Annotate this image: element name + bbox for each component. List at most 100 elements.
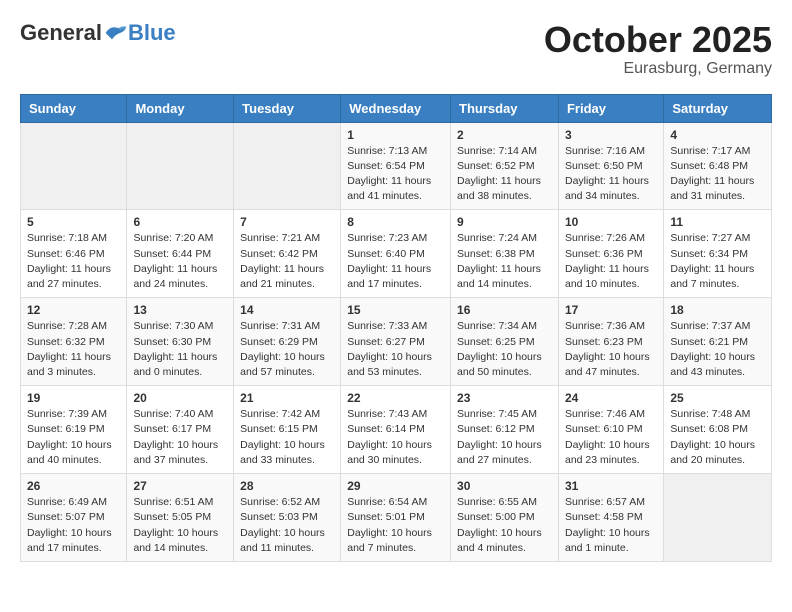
day-info: Sunrise: 7:27 AM Sunset: 6:34 PM Dayligh… — [670, 231, 765, 292]
day-info: Sunrise: 7:23 AM Sunset: 6:40 PM Dayligh… — [347, 231, 444, 292]
calendar-cell: 28 Sunrise: 6:52 AM Sunset: 5:03 PM Dayli… — [234, 474, 341, 562]
calendar-cell — [21, 122, 127, 210]
day-number: 31 — [565, 479, 657, 493]
calendar-week-row: 12 Sunrise: 7:28 AM Sunset: 6:32 PM Dayli… — [21, 298, 772, 386]
day-number: 9 — [457, 215, 552, 229]
calendar-cell: 27Sunrise: 6:51 AM Sunset: 5:05 PM Dayli… — [127, 474, 234, 562]
calendar-cell: 16Sunrise: 7:34 AM Sunset: 6:25 PM Dayli… — [451, 298, 559, 386]
calendar-cell: 20Sunrise: 7:40 AM Sunset: 6:17 PM Dayli… — [127, 386, 234, 474]
day-info: Sunrise: 7:43 AM Sunset: 6:14 PM Dayligh… — [347, 407, 444, 468]
calendar-cell: 4 Sunrise: 7:17 AM Sunset: 6:48 PM Daylig… — [664, 122, 772, 210]
calendar-cell: 3Sunrise: 7:16 AM Sunset: 6:50 PM Daylig… — [558, 122, 663, 210]
calendar-cell: 23 Sunrise: 7:45 AM Sunset: 6:12 PM Dayli… — [451, 386, 559, 474]
day-number: 2 — [457, 128, 552, 142]
day-info: Sunrise: 7:48 AM Sunset: 6:08 PM Dayligh… — [670, 407, 765, 468]
day-info: Sunrise: 6:49 AM Sunset: 5:07 PM Dayligh… — [27, 495, 120, 556]
day-info: Sunrise: 7:28 AM Sunset: 6:32 PM Dayligh… — [27, 319, 120, 380]
weekday-header-tuesday: Tuesday — [234, 94, 341, 122]
day-number: 18 — [670, 303, 765, 317]
day-number: 28 — [240, 479, 334, 493]
calendar-week-row: 1 Sunrise: 7:13 AM Sunset: 6:54 PM Daylig… — [21, 122, 772, 210]
weekday-header-friday: Friday — [558, 94, 663, 122]
day-info: Sunrise: 7:40 AM Sunset: 6:17 PM Dayligh… — [133, 407, 227, 468]
day-number: 8 — [347, 215, 444, 229]
day-info: Sunrise: 7:18 AM Sunset: 6:46 PM Dayligh… — [27, 231, 120, 292]
page-header: General Blue October 2025 Eurasburg, Ger… — [20, 20, 772, 78]
calendar-cell: 2 Sunrise: 7:14 AM Sunset: 6:52 PM Daylig… — [451, 122, 559, 210]
day-number: 6 — [133, 215, 227, 229]
day-info: Sunrise: 7:16 AM Sunset: 6:50 PM Dayligh… — [565, 144, 657, 205]
calendar-cell: 9 Sunrise: 7:24 AM Sunset: 6:38 PM Daylig… — [451, 210, 559, 298]
day-number: 29 — [347, 479, 444, 493]
logo-blue-text: Blue — [128, 20, 176, 46]
day-info: Sunrise: 6:54 AM Sunset: 5:01 PM Dayligh… — [347, 495, 444, 556]
day-number: 12 — [27, 303, 120, 317]
day-number: 17 — [565, 303, 657, 317]
calendar-week-row: 19 Sunrise: 7:39 AM Sunset: 6:19 PM Dayli… — [21, 386, 772, 474]
logo-general-text: General — [20, 20, 102, 46]
weekday-header-saturday: Saturday — [664, 94, 772, 122]
weekday-header-thursday: Thursday — [451, 94, 559, 122]
calendar-cell: 10Sunrise: 7:26 AM Sunset: 6:36 PM Dayli… — [558, 210, 663, 298]
day-info: Sunrise: 6:55 AM Sunset: 5:00 PM Dayligh… — [457, 495, 552, 556]
day-info: Sunrise: 7:34 AM Sunset: 6:25 PM Dayligh… — [457, 319, 552, 380]
calendar-cell: 5 Sunrise: 7:18 AM Sunset: 6:46 PM Daylig… — [21, 210, 127, 298]
day-number: 4 — [670, 128, 765, 142]
day-number: 30 — [457, 479, 552, 493]
day-info: Sunrise: 7:30 AM Sunset: 6:30 PM Dayligh… — [133, 319, 227, 380]
day-info: Sunrise: 7:31 AM Sunset: 6:29 PM Dayligh… — [240, 319, 334, 380]
calendar-cell: 19 Sunrise: 7:39 AM Sunset: 6:19 PM Dayli… — [21, 386, 127, 474]
calendar-cell: 6 Sunrise: 7:20 AM Sunset: 6:44 PM Daylig… — [127, 210, 234, 298]
weekday-header-sunday: Sunday — [21, 94, 127, 122]
calendar-cell: 31Sunrise: 6:57 AM Sunset: 4:58 PM Dayli… — [558, 474, 663, 562]
day-info: Sunrise: 7:42 AM Sunset: 6:15 PM Dayligh… — [240, 407, 334, 468]
day-info: Sunrise: 7:20 AM Sunset: 6:44 PM Dayligh… — [133, 231, 227, 292]
day-number: 25 — [670, 391, 765, 405]
calendar-table: SundayMondayTuesdayWednesdayThursdayFrid… — [20, 94, 772, 562]
day-info: Sunrise: 7:26 AM Sunset: 6:36 PM Dayligh… — [565, 231, 657, 292]
calendar-cell: 1 Sunrise: 7:13 AM Sunset: 6:54 PM Daylig… — [341, 122, 451, 210]
calendar-cell — [664, 474, 772, 562]
calendar-cell: 11 Sunrise: 7:27 AM Sunset: 6:34 PM Dayli… — [664, 210, 772, 298]
day-number: 24 — [565, 391, 657, 405]
calendar-cell: 29 Sunrise: 6:54 AM Sunset: 5:01 PM Dayli… — [341, 474, 451, 562]
day-number: 23 — [457, 391, 552, 405]
calendar-cell: 15 Sunrise: 7:33 AM Sunset: 6:27 PM Dayli… — [341, 298, 451, 386]
calendar-cell: 26Sunrise: 6:49 AM Sunset: 5:07 PM Dayli… — [21, 474, 127, 562]
calendar-cell: 7Sunrise: 7:21 AM Sunset: 6:42 PM Daylig… — [234, 210, 341, 298]
title-block: October 2025 Eurasburg, Germany — [544, 20, 772, 78]
day-number: 11 — [670, 215, 765, 229]
day-number: 27 — [133, 479, 227, 493]
day-number: 7 — [240, 215, 334, 229]
calendar-cell — [234, 122, 341, 210]
day-info: Sunrise: 7:45 AM Sunset: 6:12 PM Dayligh… — [457, 407, 552, 468]
day-number: 21 — [240, 391, 334, 405]
calendar-cell: 18Sunrise: 7:37 AM Sunset: 6:21 PM Dayli… — [664, 298, 772, 386]
day-info: Sunrise: 7:13 AM Sunset: 6:54 PM Dayligh… — [347, 144, 444, 205]
calendar-cell: 14 Sunrise: 7:31 AM Sunset: 6:29 PM Dayli… — [234, 298, 341, 386]
day-number: 13 — [133, 303, 227, 317]
day-number: 14 — [240, 303, 334, 317]
day-info: Sunrise: 7:24 AM Sunset: 6:38 PM Dayligh… — [457, 231, 552, 292]
day-info: Sunrise: 7:36 AM Sunset: 6:23 PM Dayligh… — [565, 319, 657, 380]
weekday-header-row: SundayMondayTuesdayWednesdayThursdayFrid… — [21, 94, 772, 122]
calendar-week-row: 26Sunrise: 6:49 AM Sunset: 5:07 PM Dayli… — [21, 474, 772, 562]
day-info: Sunrise: 7:39 AM Sunset: 6:19 PM Dayligh… — [27, 407, 120, 468]
weekday-header-wednesday: Wednesday — [341, 94, 451, 122]
day-number: 1 — [347, 128, 444, 142]
day-info: Sunrise: 7:46 AM Sunset: 6:10 PM Dayligh… — [565, 407, 657, 468]
day-info: Sunrise: 7:17 AM Sunset: 6:48 PM Dayligh… — [670, 144, 765, 205]
day-number: 22 — [347, 391, 444, 405]
day-number: 5 — [27, 215, 120, 229]
logo: General Blue — [20, 20, 176, 46]
day-number: 19 — [27, 391, 120, 405]
day-number: 15 — [347, 303, 444, 317]
day-info: Sunrise: 7:33 AM Sunset: 6:27 PM Dayligh… — [347, 319, 444, 380]
day-info: Sunrise: 6:52 AM Sunset: 5:03 PM Dayligh… — [240, 495, 334, 556]
calendar-week-row: 5 Sunrise: 7:18 AM Sunset: 6:46 PM Daylig… — [21, 210, 772, 298]
calendar-cell: 21 Sunrise: 7:42 AM Sunset: 6:15 PM Dayli… — [234, 386, 341, 474]
weekday-header-monday: Monday — [127, 94, 234, 122]
logo-bird-icon — [104, 23, 128, 43]
location-text: Eurasburg, Germany — [544, 60, 772, 78]
day-info: Sunrise: 7:14 AM Sunset: 6:52 PM Dayligh… — [457, 144, 552, 205]
